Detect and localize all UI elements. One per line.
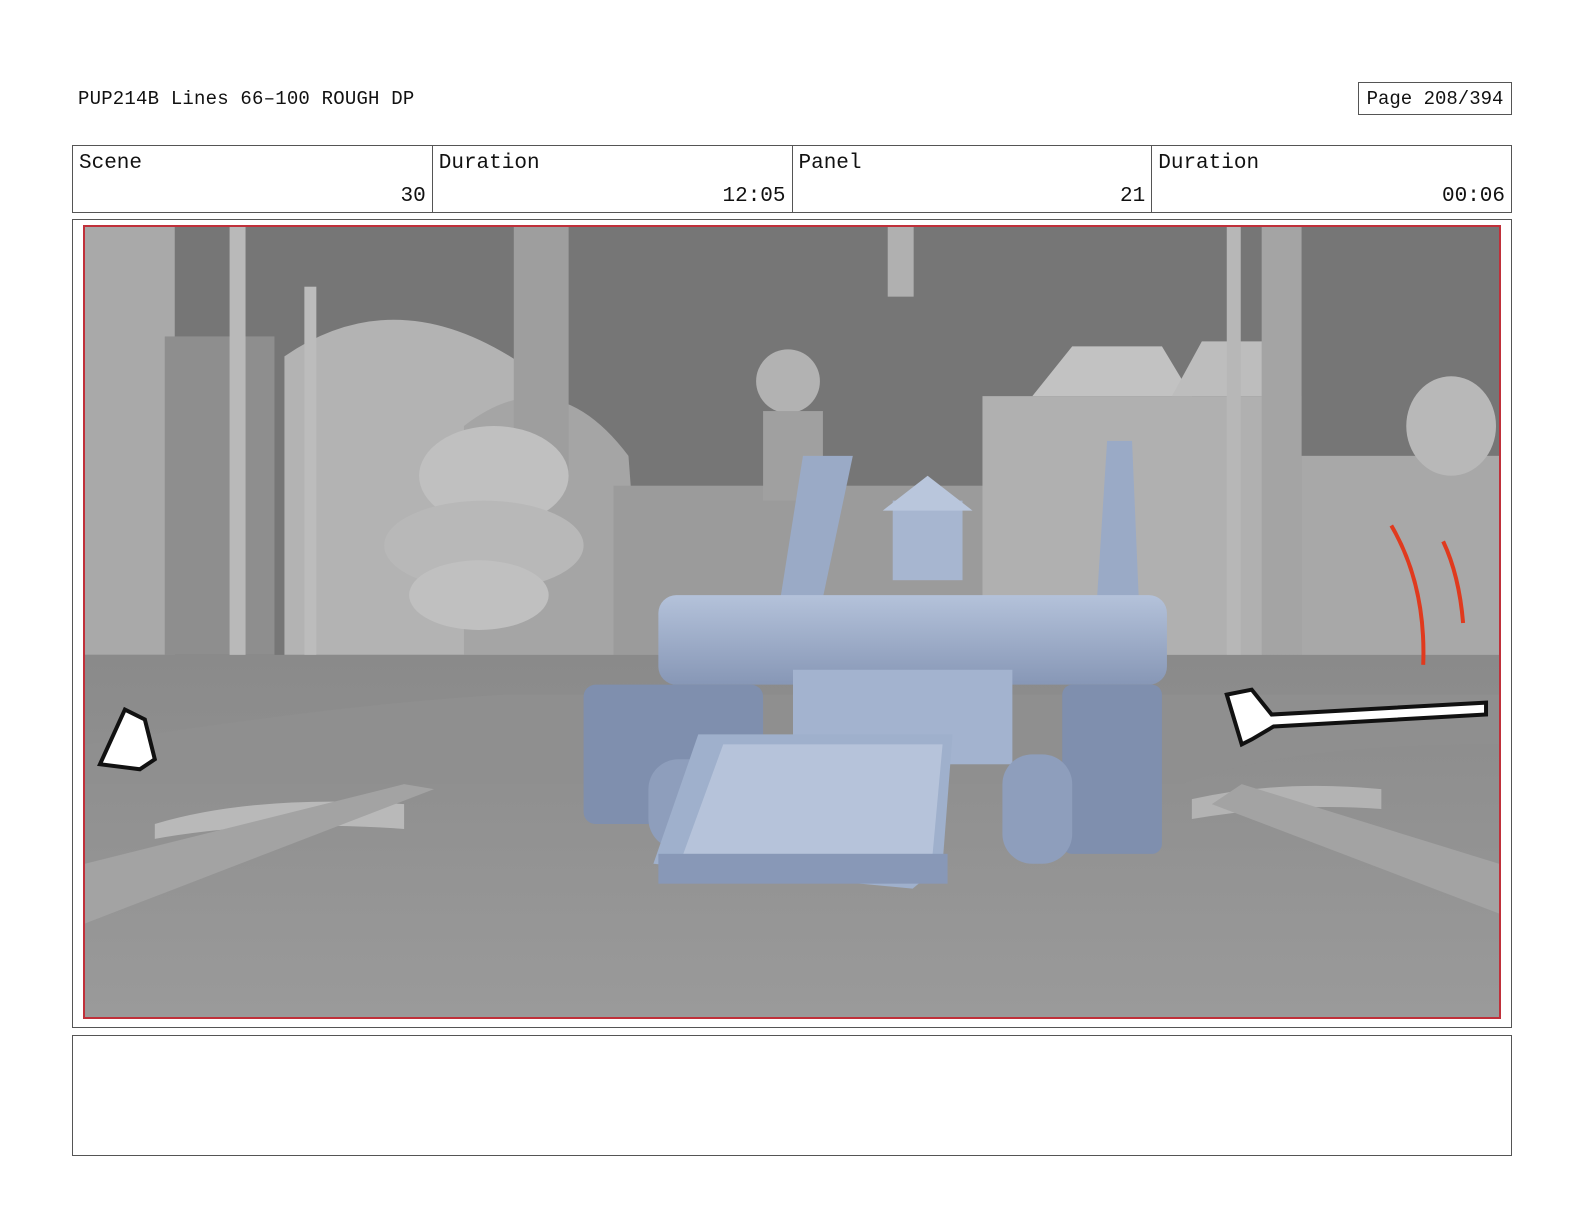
- page-indicator: Page 208/394: [1358, 82, 1512, 115]
- panel-info-row: Scene 30 Duration 12:05 Panel 21 Duratio…: [72, 145, 1512, 213]
- panel-label: Panel: [798, 152, 862, 175]
- scene-cell: Scene 30: [73, 146, 433, 212]
- scene-duration-cell: Duration 12:05: [433, 146, 793, 212]
- panel-duration-cell: Duration 00:06: [1152, 146, 1511, 212]
- document-title: PUP214B Lines 66–100 ROUGH DP: [78, 88, 415, 110]
- scene-duration-label: Duration: [438, 152, 540, 175]
- panel-duration-value: 00:06: [1441, 185, 1505, 208]
- page-label: Page 208/394: [1366, 87, 1504, 110]
- scene-label: Scene: [79, 152, 143, 175]
- panel-value: 21: [1120, 185, 1146, 208]
- street-scene-illustration: [85, 227, 1499, 1017]
- panel-duration-label: Duration: [1158, 152, 1260, 175]
- scene-value: 30: [400, 185, 426, 208]
- panel-cell: Panel 21: [793, 146, 1153, 212]
- storyboard-panel-frame: [72, 219, 1512, 1028]
- scene-duration-value: 12:05: [722, 185, 786, 208]
- storyboard-panel-image: [83, 225, 1501, 1019]
- panel-notes-box: [72, 1035, 1512, 1156]
